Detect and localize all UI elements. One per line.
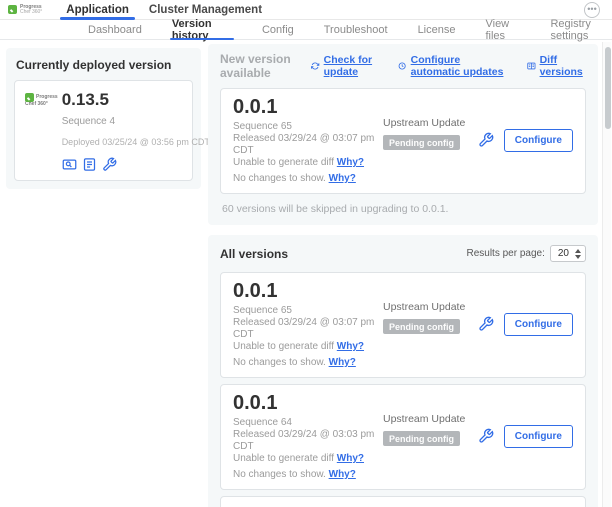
skipped-versions-note: 60 versions will be skipped in upgrading… <box>220 203 586 215</box>
logo-subtitle: Chef 360° <box>25 102 48 107</box>
no-changes-note: No changes to show. Why? <box>233 173 383 185</box>
sequence-label: Sequence 65 <box>233 305 383 317</box>
configure-automatic-updates-link[interactable]: Configure automatic updates <box>398 54 510 78</box>
why-link[interactable]: Why? <box>337 453 364 464</box>
tab-config[interactable]: Config <box>262 20 294 39</box>
logo-name: Progress <box>36 95 58 100</box>
deployed-date: Deployed 03/25/24 @ 03:56 pm CDT <box>62 137 210 147</box>
progress-chef-logo: Progress Chef 360° <box>8 0 42 19</box>
vertical-scrollbar <box>602 42 611 507</box>
deployed-version-card: Progress Chef 360° 0.13.5 Sequence 4 Dep… <box>14 80 193 181</box>
diff-versions-link[interactable]: Diff versions <box>527 54 586 78</box>
all-versions-title: All versions <box>220 247 288 261</box>
new-version-title: New version available <box>220 52 311 80</box>
logo-icon <box>25 93 34 102</box>
currently-deployed-panel: Currently deployed version Progress Chef… <box>6 48 201 189</box>
released-date: Released 03/29/24 @ 03:07 pm CDT <box>233 317 383 341</box>
tab-registry-settings[interactable]: Registry settings <box>550 20 612 39</box>
results-per-page-label: Results per page: <box>466 248 544 259</box>
tab-cluster-management[interactable]: Cluster Management <box>139 0 272 19</box>
pending-config-badge: Pending config <box>383 319 460 334</box>
more-menu-button[interactable]: ••• <box>584 2 600 18</box>
configure-button[interactable]: Configure <box>504 425 573 448</box>
version-row: 0.0.1 Sequence 63 Released 03/29/24 @ 02… <box>220 496 586 507</box>
clock-icon <box>398 60 406 72</box>
select-spinner-icon <box>575 249 581 259</box>
deploy-logs-icon[interactable] <box>62 157 77 172</box>
tab-view-files[interactable]: View files <box>485 20 520 39</box>
why-link[interactable]: Why? <box>337 341 364 352</box>
edit-config-icon[interactable] <box>478 428 494 444</box>
version-number: 0.0.1 <box>233 95 383 119</box>
tab-version-history[interactable]: Version history <box>172 20 232 39</box>
why-link[interactable]: Why? <box>337 157 364 168</box>
scrollbar-thumb[interactable] <box>605 47 611 129</box>
diff-note: Unable to generate diff Why? <box>233 341 383 353</box>
why-link[interactable]: Why? <box>329 357 356 368</box>
configure-button[interactable]: Configure <box>504 313 573 336</box>
diff-note: Unable to generate diff Why? <box>233 453 383 465</box>
version-number: 0.0.1 <box>233 503 383 507</box>
diff-icon <box>527 60 536 72</box>
edit-config-icon[interactable] <box>102 157 117 172</box>
results-per-page-select[interactable]: 20 <box>550 245 586 262</box>
new-version-card: 0.0.1 Sequence 65 Released 03/29/24 @ 03… <box>220 88 586 194</box>
logo-subtitle: Chef 360° <box>20 10 42 15</box>
sub-nav: Dashboard Version history Config Trouble… <box>0 20 612 40</box>
edit-config-icon[interactable] <box>478 132 494 148</box>
all-versions-panel: All versions Results per page: 20 0.0.1 <box>208 235 598 507</box>
configure-button[interactable]: Configure <box>504 129 573 152</box>
why-link[interactable]: Why? <box>329 469 356 480</box>
logo-icon <box>8 5 17 14</box>
sequence-label: Sequence 65 <box>233 121 383 133</box>
deployed-sequence: Sequence 4 <box>62 116 210 127</box>
deployed-version-number: 0.13.5 <box>62 90 210 110</box>
why-link[interactable]: Why? <box>329 173 356 184</box>
release-notes-icon[interactable] <box>82 157 97 172</box>
tab-application[interactable]: Application <box>56 0 139 19</box>
version-number: 0.0.1 <box>233 279 383 303</box>
upstream-update-label: Upstream Update <box>383 301 465 313</box>
released-date: Released 03/29/24 @ 03:03 pm CDT <box>233 429 383 453</box>
pending-config-badge: Pending config <box>383 135 460 150</box>
app-logo: Progress Chef 360° <box>25 90 58 172</box>
diff-note: Unable to generate diff Why? <box>233 157 383 169</box>
version-row: 0.0.1 Sequence 64 Released 03/29/24 @ 03… <box>220 384 586 490</box>
check-for-update-link[interactable]: Check for update <box>311 54 382 78</box>
main-content: Currently deployed version Progress Chef… <box>0 40 612 507</box>
tab-dashboard[interactable]: Dashboard <box>88 20 142 39</box>
refresh-icon <box>311 60 319 72</box>
released-date: Released 03/29/24 @ 03:07 pm CDT <box>233 133 383 157</box>
edit-config-icon[interactable] <box>478 316 494 332</box>
no-changes-note: No changes to show. Why? <box>233 357 383 369</box>
new-version-panel: New version available Check for update <box>208 44 598 225</box>
sequence-label: Sequence 64 <box>233 417 383 429</box>
pending-config-badge: Pending config <box>383 431 460 446</box>
version-number: 0.0.1 <box>233 391 383 415</box>
upstream-update-label: Upstream Update <box>383 117 465 129</box>
tab-license[interactable]: License <box>418 20 456 39</box>
upstream-update-label: Upstream Update <box>383 413 465 425</box>
no-changes-note: No changes to show. Why? <box>233 469 383 481</box>
version-row: 0.0.1 Sequence 65 Released 03/29/24 @ 03… <box>220 272 586 378</box>
tab-troubleshoot[interactable]: Troubleshoot <box>324 20 388 39</box>
currently-deployed-title: Currently deployed version <box>16 58 193 72</box>
